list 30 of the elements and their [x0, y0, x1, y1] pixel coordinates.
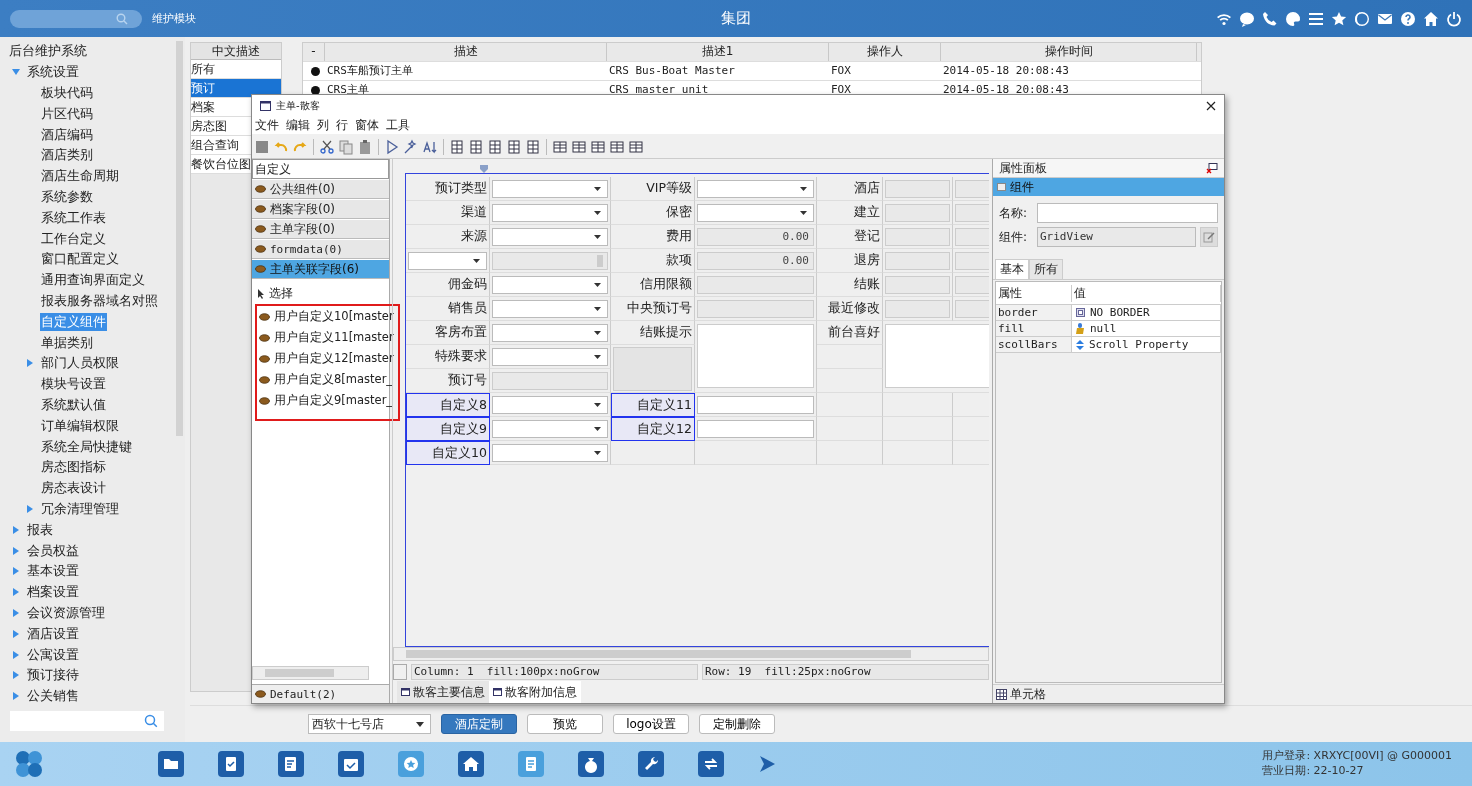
property-value: NO BORDER — [1090, 306, 1150, 319]
session-info: 营业日期: 22-10-27 — [1262, 763, 1365, 778]
readonly-field: 0.00 — [697, 227, 814, 246]
table-cell-text: CRS Bus-Boat Master — [608, 63, 736, 79]
property-name: fill — [996, 321, 1072, 336]
status-text: Column: 1 fill:100px:noGrow — [411, 664, 698, 680]
table-cell-text: CRS主单 — [326, 82, 370, 98]
table-cell-text: FOX — [830, 82, 852, 98]
module-label: 维护模块 — [152, 11, 196, 26]
table-cell-text: CRS车船预订主单 — [326, 63, 414, 79]
table-cell-text: FOX — [830, 63, 852, 79]
field-label: 组件: — [999, 228, 1029, 246]
readonly-field: 0.00 — [697, 251, 814, 270]
status-text: Row: 19 fill:25px:noGrow — [702, 664, 989, 680]
property-name: border — [996, 305, 1072, 320]
column-header: 中文描述 — [191, 43, 281, 60]
component-field: GridView — [1037, 227, 1196, 247]
panel-title: 属性面板 — [999, 159, 1047, 177]
property-name: scollBars — [996, 337, 1072, 352]
property-value: Scroll Property — [1089, 338, 1189, 351]
column-header: 属性 — [996, 284, 1072, 302]
session-info: 用户登录: XRXYC[00VI] @ G000001 — [1262, 748, 1452, 763]
field-label: 名称: — [999, 204, 1029, 222]
palette-header: 自定义 — [252, 159, 389, 179]
table-cell-text: 2014-05-18 20:08:43 — [942, 82, 1070, 98]
table-cell-text: 2014-05-18 20:08:43 — [942, 63, 1070, 79]
column-header: 值 — [1072, 284, 1221, 302]
table-cell-text: CRS master unit — [608, 82, 710, 98]
app-title: 集团 — [721, 9, 751, 28]
property-value: null — [1090, 322, 1117, 335]
